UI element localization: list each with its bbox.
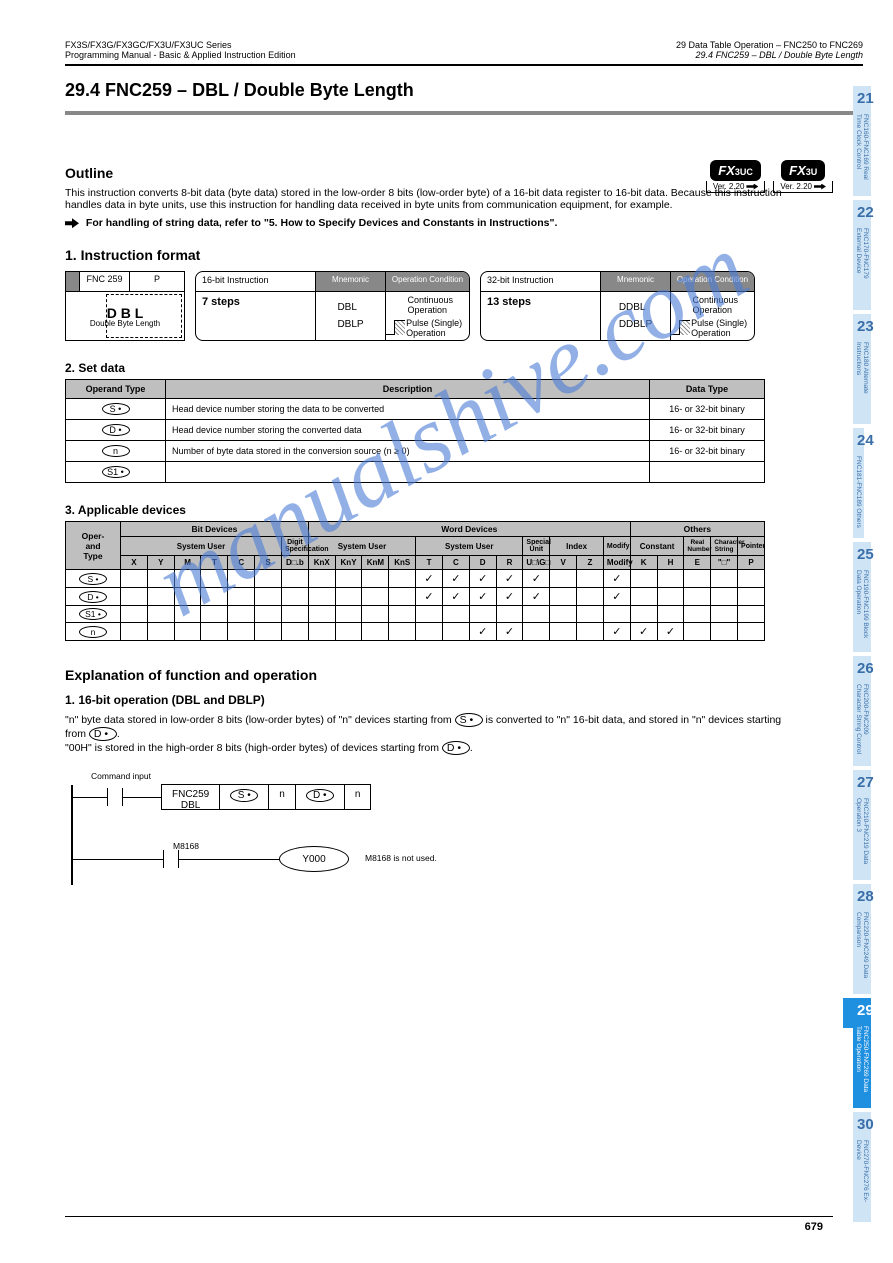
- contact-icon: [107, 788, 123, 806]
- operands-table: Operand Type Description Data Type S •He…: [65, 379, 765, 483]
- chapter-tabs: 21FNC160-FNC169 Real Time Clock Control 2…: [853, 86, 893, 1226]
- ref-arrow-icon: [65, 218, 79, 228]
- mnemonic-caption: Double Byte Length: [90, 319, 160, 328]
- sub16-heading: 1. 16-bit operation (DBL and DBLP): [65, 693, 863, 707]
- chapter-tab-22[interactable]: 22FNC170-FNC179 External Device: [853, 200, 871, 310]
- outline-text: This instruction converts 8-bit data (by…: [65, 187, 785, 211]
- pulse-icon: [386, 321, 400, 335]
- applicable-heading: 3. Applicable devices: [65, 503, 863, 517]
- arrow-icon: [746, 184, 758, 190]
- explanation-heading: Explanation of function and operation: [65, 667, 863, 683]
- header-left-2: Programming Manual - Basic & Applied Ins…: [65, 50, 296, 60]
- contact-icon: [163, 850, 179, 868]
- chapter-tab-28[interactable]: 28FNC220-FNC249 Data Comparison: [853, 884, 871, 994]
- page-header: FX3S/FX3G/FX3GC/FX3U/FX3UC Series Progra…: [65, 40, 863, 60]
- instruction-id-box: FNC 259 P D B L Double Byte Length: [65, 271, 185, 341]
- pulse-icon: [671, 321, 685, 335]
- sub16-text: "n" byte data stored in low-order 8 bits…: [65, 713, 785, 755]
- badge-fx3uc: FXFX3UC3UC Ver. 2.20: [706, 160, 766, 193]
- ops-32bit: 32-bit Instruction Mnemonic Operation Co…: [480, 271, 755, 341]
- chapter-tab-27[interactable]: 27FNC210-FNC219 Data Operation 3: [853, 770, 871, 880]
- applicable-table: Oper-andType Bit Devices Word Devices Ot…: [65, 521, 765, 641]
- page-number: 679: [805, 1221, 823, 1233]
- chapter-tab-29[interactable]: 29FNC250-FNC269 Data Table Operation: [853, 998, 871, 1108]
- header-left-1: FX3S/FX3G/FX3GC/FX3U/FX3UC Series: [65, 40, 296, 50]
- chapter-tab-23[interactable]: 23FNC180 Alternate Instructions: [853, 314, 871, 424]
- chapter-tab-24[interactable]: 24FNC181-FNC189 Others: [853, 428, 864, 538]
- chapter-tab-30[interactable]: 30FNC270-FNC276 Ex-Device: [853, 1112, 871, 1222]
- compat-badges: FXFX3UC3UC Ver. 2.20 FX3U Ver. 2.20: [706, 160, 833, 193]
- setdata-heading: 2. Set data: [65, 361, 863, 375]
- arrow-icon: [814, 184, 826, 190]
- format-heading: 1. Instruction format: [65, 247, 863, 263]
- chapter-tab-26[interactable]: 26FNC200-FNC209 Character String Control: [853, 656, 871, 766]
- badge-fx3u: FX3U Ver. 2.20: [773, 160, 833, 193]
- reference-line: For handling of string data, refer to "5…: [65, 217, 863, 229]
- header-right-1: 29 Data Table Operation – FNC250 to FNC2…: [676, 40, 863, 50]
- header-right-2: 29.4 FNC259 – DBL / Double Byte Length: [676, 50, 863, 60]
- chapter-tab-25[interactable]: 25FNC190-FNC199 Block Data Operation: [853, 542, 871, 652]
- section-heading: 29.4 FNC259 – DBL / Double Byte Length: [65, 80, 863, 115]
- ops-16bit: 16-bit Instruction Mnemonic Operation Co…: [195, 271, 470, 341]
- chapter-tab-21[interactable]: 21FNC160-FNC169 Real Time Clock Control: [853, 86, 871, 196]
- ladder-diagram: Command input FNC259DBL S • n D • n M816…: [65, 785, 863, 895]
- coil-icon: Y000: [279, 846, 349, 872]
